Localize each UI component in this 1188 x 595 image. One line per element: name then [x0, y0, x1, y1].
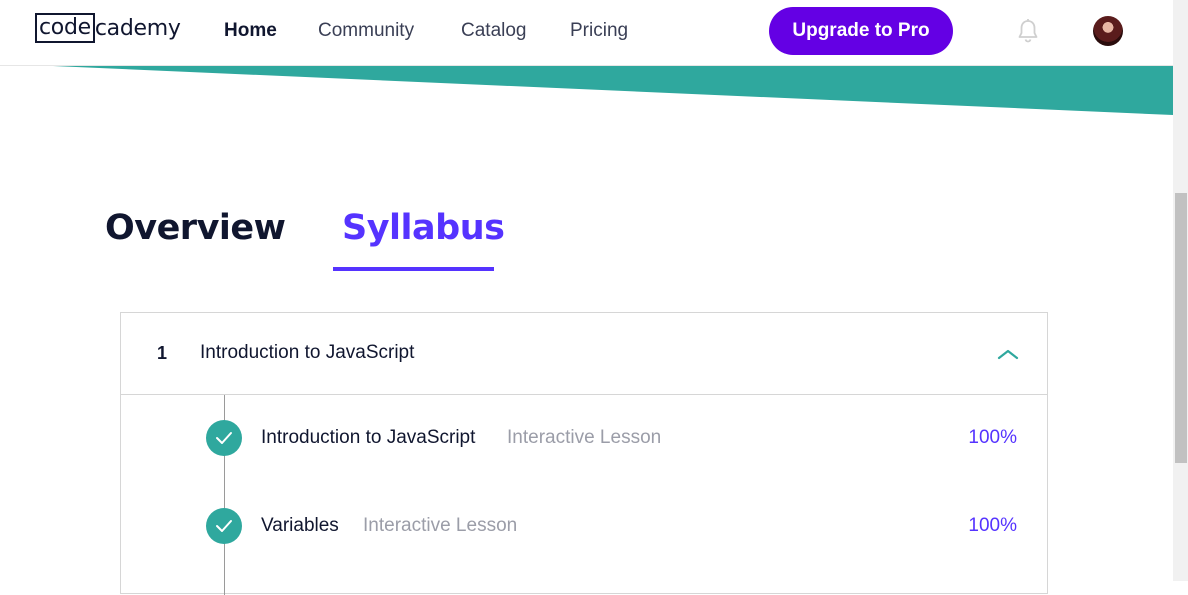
top-navigation: code cademy Home Community Catalog Prici…: [0, 0, 1173, 66]
lesson-type: Interactive Lesson: [507, 427, 662, 448]
module-title: Introduction to JavaScript: [200, 342, 415, 363]
tab-overview[interactable]: Overview: [105, 205, 286, 251]
module-number: 1: [157, 343, 168, 363]
lesson-title[interactable]: Introduction to JavaScript: [261, 427, 475, 449]
syllabus-module-card: 1 Introduction to JavaScript Introductio…: [120, 312, 1048, 595]
upgrade-to-pro-button[interactable]: Upgrade to Pro: [769, 7, 953, 55]
tab-syllabus[interactable]: Syllabus: [342, 205, 505, 251]
completed-check-icon: [206, 508, 242, 544]
logo-cademy: cademy: [94, 15, 181, 41]
chevron-up-icon[interactable]: [997, 347, 1019, 361]
lesson-title[interactable]: Variables: [261, 515, 339, 537]
user-avatar[interactable]: [1093, 16, 1123, 46]
active-tab-indicator: [333, 267, 494, 271]
nav-home[interactable]: Home: [224, 19, 277, 43]
nav-catalog[interactable]: Catalog: [461, 19, 527, 43]
hero-decorative-band: [0, 65, 1173, 115]
logo-code: code: [35, 13, 95, 43]
lesson-type: Interactive Lesson: [363, 515, 518, 536]
notifications-bell-icon[interactable]: [1016, 18, 1040, 44]
codecademy-logo[interactable]: code cademy: [35, 13, 181, 43]
page-scrollbar-thumb[interactable]: [1175, 193, 1187, 463]
nav-community[interactable]: Community: [318, 19, 414, 43]
lesson-progress: 100%: [968, 427, 1017, 448]
module-header[interactable]: 1 Introduction to JavaScript: [121, 313, 1047, 395]
completed-check-icon: [206, 420, 242, 456]
lesson-progress: 100%: [968, 515, 1017, 536]
nav-pricing[interactable]: Pricing: [570, 19, 628, 43]
